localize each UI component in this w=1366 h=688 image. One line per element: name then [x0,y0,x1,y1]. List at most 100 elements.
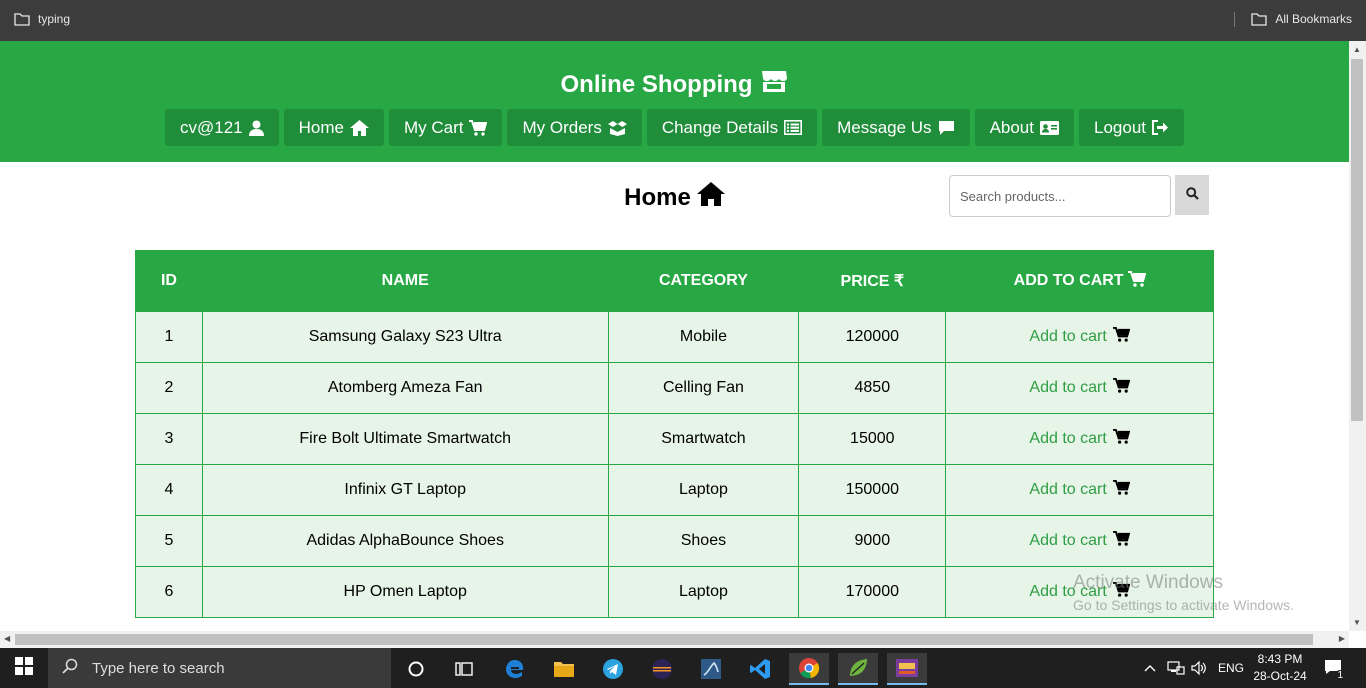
box-open-icon [607,120,627,136]
search-button[interactable] [1175,175,1209,215]
nav-orders-button[interactable]: My Orders [507,109,642,146]
nav-profile-button[interactable]: cv@121 [165,109,279,146]
table-row: 5 Adidas AlphaBounce Shoes Shoes 9000 Add to… [135,515,1214,567]
cart-icon [1112,582,1131,602]
add-to-cart-link[interactable]: Add to cart [1029,480,1131,500]
add-to-cart-link[interactable]: Add to cart [1029,378,1131,398]
show-hidden-icons-icon[interactable] [1144,648,1156,688]
search-icon [1185,187,1199,203]
nav-message-button[interactable]: Message Us [822,109,970,146]
cell-name: Adidas AlphaBounce Shoes [201,515,609,567]
vertical-scroll-thumb[interactable] [1351,59,1363,421]
scroll-right-arrow-icon[interactable]: ▶ [1339,634,1345,643]
search-input[interactable] [949,175,1171,217]
table-row: 4 Infinix GT Laptop Laptop 150000 Add to car… [135,464,1214,516]
mysql-workbench-icon[interactable] [691,653,731,685]
chrome-icon[interactable] [789,653,829,685]
volume-icon[interactable] [1191,648,1207,688]
nav-home-button[interactable]: Home [283,109,384,146]
header-id: ID [135,250,203,312]
action-center-button[interactable]: 1 [1324,648,1345,688]
eclipse-ide-icon[interactable] [642,653,682,685]
telegram-icon[interactable] [593,653,633,685]
folder-icon [14,12,30,26]
bookmark-folder-typing[interactable]: typing [14,12,70,26]
task-view-icon[interactable] [444,653,484,685]
table-row: 6 HP Omen Laptop Laptop 170000 Add to cart [135,566,1214,618]
file-explorer-icon[interactable] [544,653,584,685]
clock-time: 8:43 PM [1257,652,1303,666]
cell-price: 150000 [798,464,947,516]
cell-category: Shoes [607,515,800,567]
nav-cart-button[interactable]: My Cart [388,109,503,146]
taskbar-search-placeholder: Type here to search [92,659,225,677]
bookmark-folder-all[interactable]: All Bookmarks [1251,12,1352,26]
cell-price: 170000 [798,566,947,618]
scroll-left-arrow-icon[interactable]: ◀ [4,634,10,643]
header-category: CATEGORY [607,250,800,312]
vscode-icon[interactable] [740,653,780,685]
nav-about-button[interactable]: About [974,109,1074,146]
cell-add-to-cart: Add to cart [945,464,1214,516]
cell-category: Celling Fan [607,362,800,414]
add-to-cart-link[interactable]: Add to cart [1029,531,1131,551]
language-indicator[interactable]: ENG [1218,648,1244,688]
scroll-up-arrow-icon[interactable]: ▲ [1353,45,1361,54]
user-icon [248,120,264,136]
windows-taskbar: Type here to search ENG 8:43 PM 28-Oct-2… [0,648,1366,688]
taskbar-search-box[interactable]: Type here to search [48,648,391,688]
table-header-row: ID NAME CATEGORY PRICE ₹ ADD TO CART [135,250,1214,312]
cell-price: 120000 [798,311,947,363]
cell-add-to-cart: Add to cart [945,413,1214,465]
cortana-icon[interactable] [396,653,436,685]
horizontal-scrollbar[interactable]: ◀ ▶ [0,631,1349,648]
page-viewport: Online Shopping cv@121 Home My Cart My O… [0,41,1349,631]
add-to-cart-link[interactable]: Add to cart [1029,327,1131,347]
table-row: 3 Fire Bolt Ultimate Smartwatch Smartwatch… [135,413,1214,465]
cell-name: Infinix GT Laptop [201,464,609,516]
products-table: ID NAME CATEGORY PRICE ₹ ADD TO CART 1 Sa… [135,250,1214,618]
nav-change-details-button[interactable]: Change Details [646,109,818,146]
table-row: 2 Atomberg Ameza Fan Celling Fan 4850 Add to… [135,362,1214,414]
header-add-to-cart: ADD TO CART [945,250,1214,312]
brand-title: Online Shopping [560,70,753,98]
add-to-cart-link[interactable]: Add to cart [1029,429,1131,449]
title-row: Home [0,162,1349,250]
horizontal-scroll-thumb[interactable] [15,634,1313,645]
network-icon[interactable] [1167,648,1185,688]
taskbar-clock[interactable]: 8:43 PM 28-Oct-24 [1250,651,1310,685]
bookmarks-divider [1234,12,1235,27]
start-button[interactable] [0,648,48,688]
add-to-cart-label: Add to cart [1029,328,1107,345]
edge-browser-icon[interactable] [495,653,535,685]
cell-name: Fire Bolt Ultimate Smartwatch [201,413,609,465]
list-alt-icon [784,120,803,135]
vertical-scrollbar[interactable]: ▲ ▼ [1349,41,1366,631]
cell-id: 4 [135,464,203,516]
app-icon[interactable] [887,653,927,685]
header-price: PRICE ₹ [798,250,947,312]
scroll-down-arrow-icon[interactable]: ▼ [1353,618,1361,627]
table-row: 1 Samsung Galaxy S23 Ultra Mobile 120000 Add… [135,311,1214,363]
header-name: NAME [201,250,609,312]
add-to-cart-label: Add to cart [1029,430,1107,447]
cell-name: Samsung Galaxy S23 Ultra [201,311,609,363]
nav-label: Message Us [837,117,932,137]
cart-icon [1112,378,1131,398]
add-to-cart-label: Add to cart [1029,481,1107,498]
nav-label: Home [298,117,344,137]
cell-category: Smartwatch [607,413,800,465]
add-to-cart-link[interactable]: Add to cart [1029,582,1131,602]
cell-name: HP Omen Laptop [201,566,609,618]
page-title-text: Home [624,183,691,211]
cart-icon [1112,429,1131,449]
search-icon [62,658,78,678]
comment-icon [938,120,955,136]
folder-icon [1251,12,1267,26]
main-nav: cv@121 Home My Cart My Orders Change Det… [0,109,1349,146]
sign-out-icon [1152,120,1169,135]
nav-logout-button[interactable]: Logout [1079,109,1184,146]
bookmark-folder-label: All Bookmarks [1275,12,1352,26]
spring-tool-suite-icon[interactable] [838,653,878,685]
cell-add-to-cart: Add to cart [945,515,1214,567]
